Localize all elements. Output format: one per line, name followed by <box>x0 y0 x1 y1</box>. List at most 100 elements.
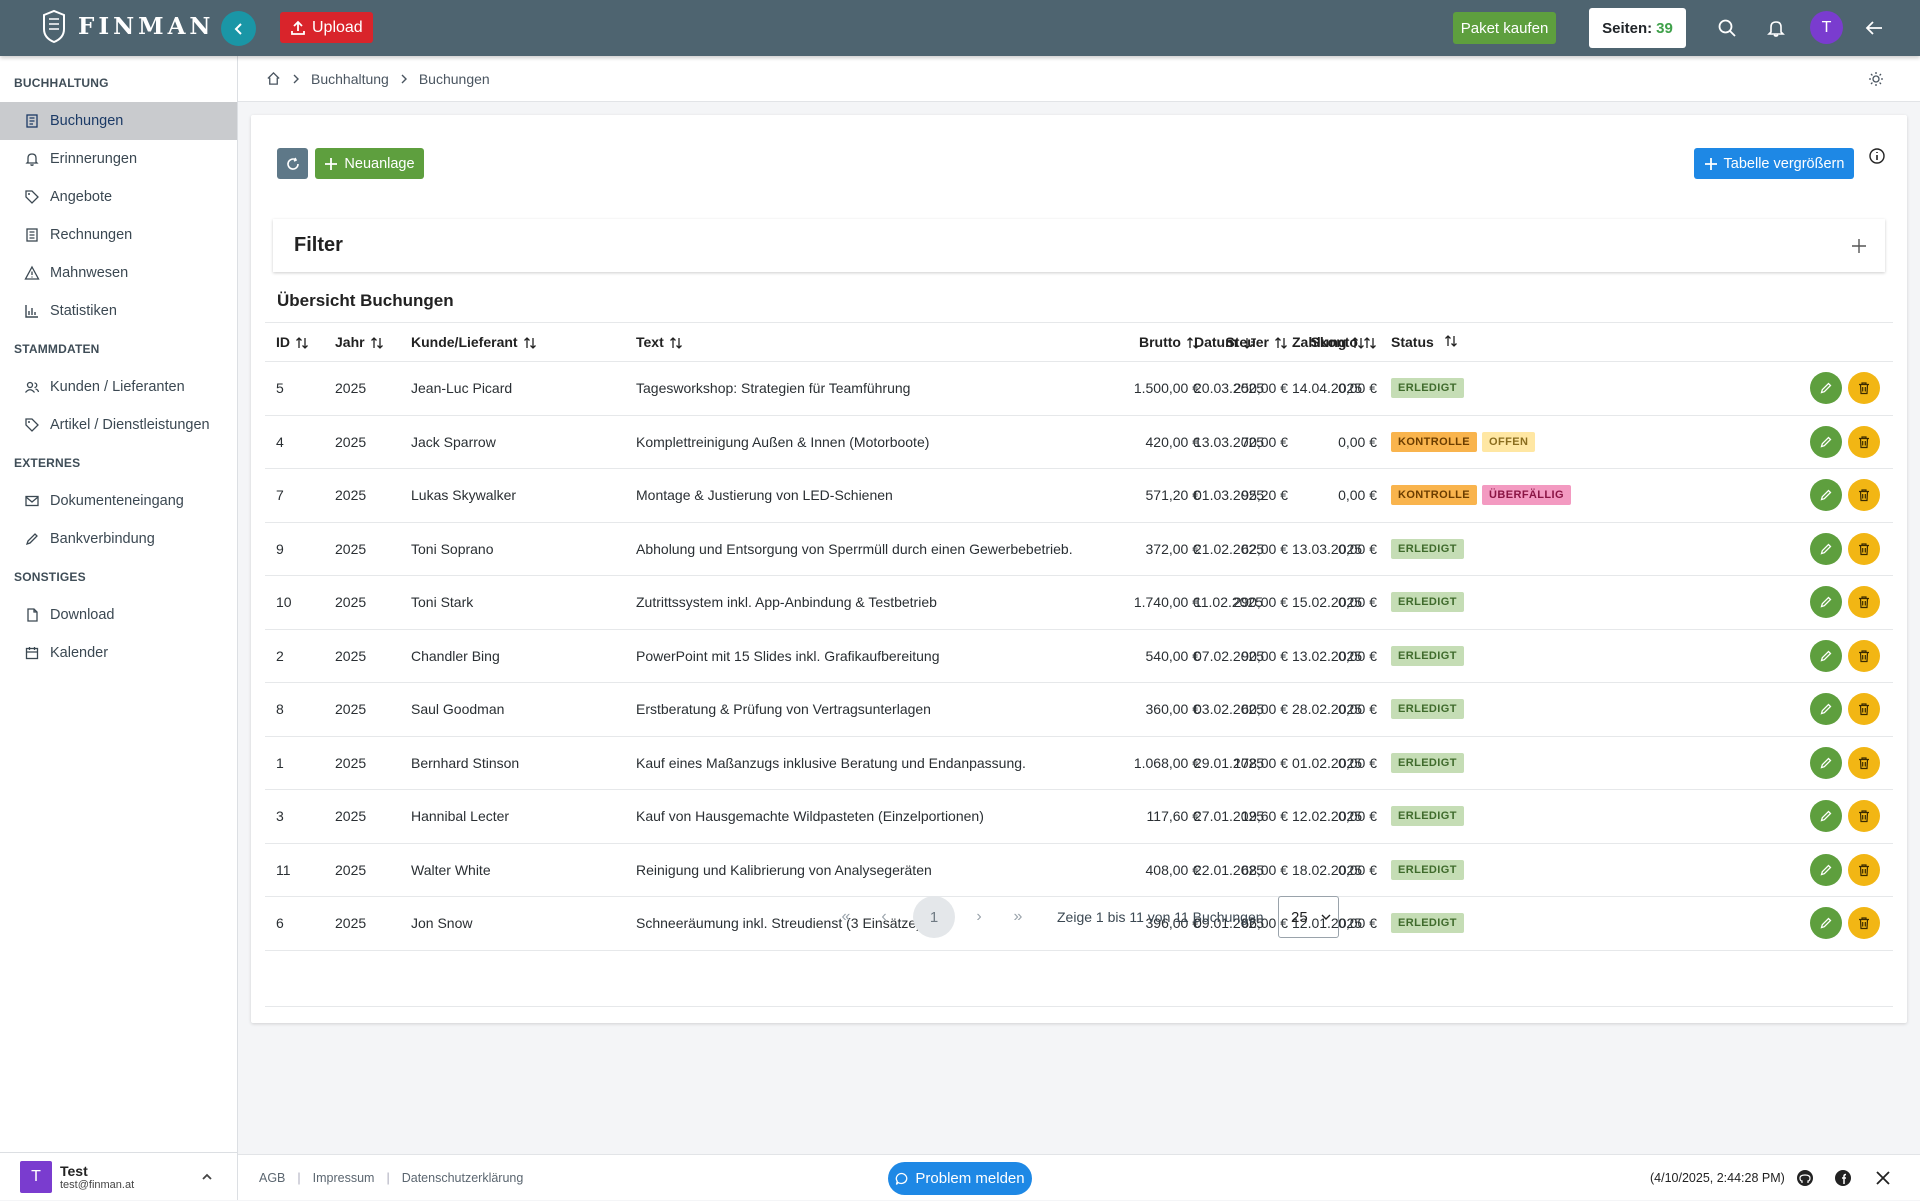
edit-button[interactable] <box>1810 693 1842 726</box>
sidebar-item-download[interactable]: Download <box>0 596 237 634</box>
info-icon[interactable] <box>1868 147 1886 165</box>
plus-icon[interactable] <box>1851 238 1867 254</box>
footer-link-privacy[interactable]: Datenschutzerklärung <box>402 1171 524 1185</box>
sidebar-item-erinnerungen[interactable]: Erinnerungen <box>0 140 237 178</box>
delete-button[interactable] <box>1848 586 1880 619</box>
edit-button[interactable] <box>1810 853 1842 886</box>
sort-icon <box>669 337 682 350</box>
facebook-icon[interactable] <box>1834 1169 1852 1187</box>
delete-button[interactable] <box>1848 639 1880 672</box>
column-header-kunde[interactable]: Kunde/Lieferant <box>411 334 537 350</box>
home-icon[interactable] <box>266 71 281 86</box>
trash-icon <box>1859 382 1869 395</box>
table-row[interactable]: 4 2025 Jack Sparrow Komplettreinigung Außen… <box>265 416 1893 469</box>
upload-button[interactable]: Upload <box>280 12 373 43</box>
sort-icon <box>296 337 308 350</box>
table-row[interactable]: 5 2025 Jean-Luc Picard Tagesworkshop: Strat… <box>265 362 1893 416</box>
sidebar-item-mahnwesen[interactable]: Mahnwesen <box>0 254 237 292</box>
sidebar-item-statistiken[interactable]: Statistiken <box>0 292 237 330</box>
table-row[interactable]: 7 2025 Lukas Skywalker Montage & Justierung… <box>265 469 1893 523</box>
column-header-status[interactable]: Status <box>1391 334 1458 350</box>
edit-button[interactable] <box>1810 746 1842 779</box>
sidebar-item-label: Download <box>50 607 115 623</box>
status-badge: KONTROLLE <box>1391 485 1478 506</box>
enlarge-table-button[interactable]: Tabelle vergrößern <box>1694 148 1854 179</box>
sidebar-collapse-button[interactable] <box>221 11 256 46</box>
edit-button[interactable] <box>1810 372 1842 405</box>
edit-button[interactable] <box>1810 532 1842 565</box>
sidebar: BUCHHALTUNG Buchungen Erinnerungen Angebote… <box>0 56 238 1200</box>
user-avatar[interactable]: T <box>1810 11 1843 44</box>
cell-kunde: Hannibal Lecter <box>411 808 510 825</box>
github-icon[interactable] <box>1796 1169 1814 1187</box>
table-row[interactable]: 9 2025 Toni Soprano Abholung und Entsorgung… <box>265 523 1893 576</box>
sidebar-user[interactable]: T Test test@finman.at <box>0 1152 238 1200</box>
edit-button[interactable] <box>1810 639 1842 672</box>
report-problem-button[interactable]: Problem melden <box>888 1162 1032 1195</box>
status-badge: ERLEDIGT <box>1391 378 1464 399</box>
column-header-id[interactable]: ID <box>276 334 309 350</box>
footer-link-agb[interactable]: AGB <box>259 1171 285 1185</box>
sidebar-item-rechnungen[interactable]: Rechnungen <box>0 216 237 254</box>
delete-button[interactable] <box>1848 746 1880 779</box>
last-page-icon[interactable]: » <box>1003 895 1033 939</box>
table-row[interactable]: 10 2025 Toni Stark Zutrittssystem inkl. App… <box>265 576 1893 630</box>
first-page-icon[interactable]: « <box>831 895 861 939</box>
sidebar-item-bankverbindung[interactable]: Bankverbindung <box>0 520 237 558</box>
delete-button[interactable] <box>1848 425 1880 458</box>
sidebar-item-buchungen[interactable]: Buchungen <box>0 102 237 140</box>
edit-button[interactable] <box>1810 479 1842 512</box>
sidebar-item-dokumenteneingang[interactable]: Dokumenteneingang <box>0 482 237 520</box>
sidebar-item-label: Mahnwesen <box>50 265 129 281</box>
next-page-icon[interactable]: › <box>969 895 989 939</box>
cell-kunde: Toni Soprano <box>411 540 494 557</box>
search-icon[interactable] <box>1713 14 1741 42</box>
prev-page-icon[interactable]: ‹ <box>874 895 894 939</box>
column-header-brutto[interactable]: Brutto <box>1139 334 1200 350</box>
cell-id: 1 <box>276 754 284 771</box>
column-header-text[interactable]: Text <box>636 334 683 350</box>
column-header-zahlung[interactable]: Zahlung <box>1292 334 1365 350</box>
delete-button[interactable] <box>1848 853 1880 886</box>
edit-button[interactable] <box>1810 425 1842 458</box>
column-header-datum[interactable]: Datum <box>1194 334 1257 350</box>
sun-icon[interactable] <box>1868 71 1884 87</box>
delete-button[interactable] <box>1848 532 1880 565</box>
buy-package-button[interactable]: Paket kaufen <box>1453 12 1556 44</box>
delete-button[interactable] <box>1848 372 1880 405</box>
sidebar-item-kunden-lieferanten[interactable]: Kunden / Lieferanten <box>0 368 237 406</box>
sidebar-item-kalender[interactable]: Kalender <box>0 634 237 672</box>
cell-status: ERLEDIGT <box>1391 378 1464 399</box>
cell-zahlung: 14.04.2025 <box>1292 380 1363 397</box>
table-row[interactable]: 8 2025 Saul Goodman Erstberatung & Prüfung … <box>265 683 1893 737</box>
sidebar-item-artikel-dienstleistungen[interactable]: Artikel / Dienstleistungen <box>0 406 237 444</box>
app-logo[interactable]: FINMAN <box>42 9 214 43</box>
delete-button[interactable] <box>1848 800 1880 833</box>
page-size-value: 25 <box>1291 908 1308 926</box>
footer-link-impressum[interactable]: Impressum <box>313 1171 375 1185</box>
divider: | <box>297 1170 301 1185</box>
chevron-up-icon[interactable] <box>200 1170 214 1184</box>
bell-icon[interactable] <box>1762 14 1790 42</box>
edit-button[interactable] <box>1810 586 1842 619</box>
filter-panel[interactable]: Filter <box>273 219 1885 272</box>
x-twitter-icon[interactable] <box>1874 1169 1892 1187</box>
shield-logo-icon <box>43 9 65 43</box>
new-booking-button[interactable]: Neuanlage <box>315 148 424 179</box>
table-row[interactable]: 11 2025 Walter White Reinigung und Kalibrie… <box>265 844 1893 897</box>
sidebar-item-angebote[interactable]: Angebote <box>0 178 237 216</box>
delete-button[interactable] <box>1848 693 1880 726</box>
column-header-jahr[interactable]: Jahr <box>335 334 384 350</box>
sort-icon <box>523 337 536 350</box>
page-size-select[interactable]: 25 <box>1278 896 1339 938</box>
arrow-left-icon[interactable] <box>1860 14 1888 42</box>
table-row[interactable]: 3 2025 Hannibal Lecter Kauf von Hausgemacht… <box>265 790 1893 844</box>
refresh-button[interactable] <box>277 148 308 179</box>
table-row[interactable]: 2 2025 Chandler Bing PowerPoint mit 15 Slid… <box>265 630 1893 683</box>
current-page-button[interactable]: 1 <box>913 896 955 938</box>
cell-status: ERLEDIGT <box>1391 699 1464 720</box>
table-row[interactable]: 1 2025 Bernhard Stinson Kauf eines Maßanzug… <box>265 737 1893 790</box>
breadcrumb-item[interactable]: Buchhaltung <box>311 71 389 87</box>
edit-button[interactable] <box>1810 800 1842 833</box>
delete-button[interactable] <box>1848 479 1880 512</box>
